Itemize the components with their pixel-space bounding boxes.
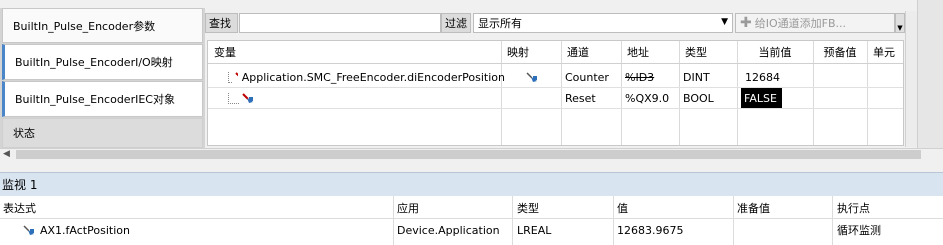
chevron-down-icon: ▼	[721, 17, 728, 27]
watch-panel-title: 监视 1	[0, 172, 943, 196]
prepared-value-cell[interactable]	[813, 67, 871, 87]
variable-input-icon	[235, 72, 238, 77]
header-current-value[interactable]: 当前值	[737, 41, 813, 63]
prepared-value-cell[interactable]	[813, 88, 871, 108]
watch-value: 12683.9675	[617, 223, 684, 237]
variable-output-icon	[242, 93, 253, 103]
watch-prepared[interactable]	[737, 220, 831, 240]
watch-exec-point: 循环监测	[837, 224, 881, 237]
header-channel[interactable]: 通道	[561, 41, 627, 63]
current-value-cell: FALSE	[741, 88, 782, 108]
scroll-left-icon[interactable]: ◀	[3, 149, 10, 159]
tab-encoder-io-mapping[interactable]: BuiltIn_Pulse_EncoderI/O映射	[2, 44, 203, 80]
header-prepared-value[interactable]: 预备值	[813, 41, 867, 63]
watch-table: 表达式 应用 类型 值 准备值 执行点 AX1.fActPosition Dev…	[0, 196, 943, 245]
watch-header-value[interactable]: 值	[617, 198, 628, 218]
address-cell: %QX9.0	[625, 91, 670, 105]
tree-connector-icon	[228, 71, 232, 83]
find-input[interactable]	[239, 13, 441, 33]
tab-label: BuiltIn_Pulse_EncoderIEC对象	[15, 93, 175, 106]
variable-name: Application.SMC_FreeEncoder.diEncoderPos…	[241, 70, 505, 84]
type-cell: BOOL	[683, 91, 714, 105]
plus-icon: ✚	[740, 15, 752, 31]
watch-header-prepared[interactable]: 准备值	[737, 198, 770, 218]
find-label: 查找	[205, 13, 238, 33]
tab-label: BuiltIn_Pulse_EncoderI/O映射	[15, 56, 173, 69]
io-mapping-table: 变量 映射 通道 地址 类型 当前值 预备值 单元 Application.SM…	[207, 40, 904, 146]
horizontal-scroll-thumb[interactable]	[16, 150, 921, 159]
watch-application: Device.Application	[397, 223, 500, 237]
header-mapping[interactable]: 映射	[501, 41, 567, 63]
header-address[interactable]: 地址	[621, 41, 685, 63]
toolbar: 查找 过滤 显示所有 ▼ ✚ 给IO通道添加FB... ▼	[205, 11, 908, 37]
table-row[interactable]	[224, 88, 505, 108]
watch-header-type[interactable]: 类型	[517, 198, 539, 218]
tab-encoder-params[interactable]: BuiltIn_Pulse_Encoder参数	[2, 8, 203, 43]
filter-label: 过滤	[441, 13, 471, 33]
watch-type: LREAL	[517, 223, 552, 237]
vertical-scrollbar[interactable]	[905, 11, 917, 147]
header-type[interactable]: 类型	[679, 41, 743, 63]
tab-encoder-iec-objects[interactable]: BuiltIn_Pulse_EncoderIEC对象	[2, 81, 203, 117]
watch-expression: AX1.fActPosition	[40, 223, 130, 237]
table-row[interactable]: AX1.fActPosition	[22, 220, 130, 240]
watch-header-expression[interactable]: 表达式	[3, 198, 36, 218]
add-fb-button[interactable]: ✚ 给IO通道添加FB...	[735, 13, 895, 33]
toolbar-dropdown-arrow-icon[interactable]: ▼	[895, 13, 905, 33]
tab-status[interactable]: 状态	[2, 118, 203, 148]
type-cell: DINT	[683, 70, 710, 84]
watch-header-application[interactable]: 应用	[397, 198, 419, 218]
add-fb-label: 给IO通道添加FB...	[754, 17, 846, 30]
side-panel	[917, 0, 943, 148]
mapping-icon[interactable]	[521, 67, 565, 87]
watch-header-exec-point[interactable]: 执行点	[837, 198, 870, 218]
variable-icon	[23, 225, 34, 235]
header-variable[interactable]: 变量	[208, 41, 507, 63]
tab-label: BuiltIn_Pulse_Encoder参数	[13, 19, 156, 33]
channel-cell: Reset	[565, 91, 596, 105]
address-cell: %ID3	[625, 70, 655, 84]
table-row[interactable]: Application.SMC_FreeEncoder.diEncoderPos…	[224, 67, 505, 87]
current-value-cell: 12684	[745, 70, 780, 84]
filter-select[interactable]: 显示所有 ▼	[473, 13, 733, 33]
tab-label: 状态	[13, 127, 35, 140]
tab-strip: BuiltIn_Pulse_Encoder参数 BuiltIn_Pulse_En…	[0, 8, 205, 148]
filter-select-value: 显示所有	[478, 17, 522, 30]
channel-cell: Counter	[565, 70, 609, 84]
tree-connector-icon	[228, 92, 239, 104]
